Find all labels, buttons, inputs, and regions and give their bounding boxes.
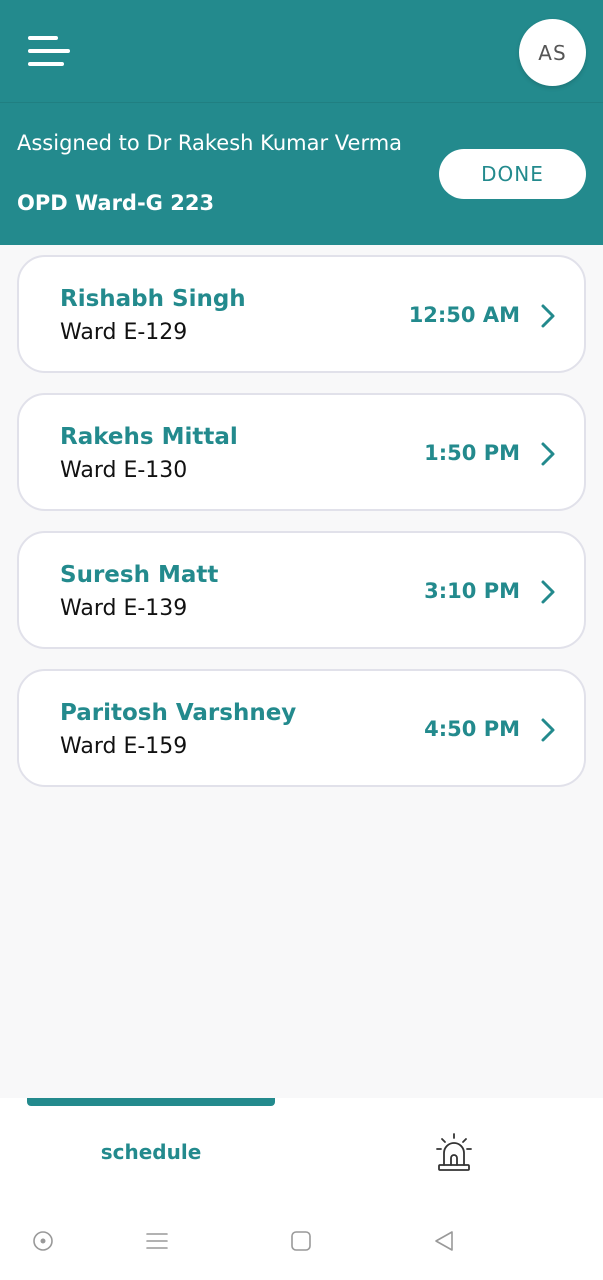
tab-emergency[interactable] <box>330 1098 578 1200</box>
assigned-doctor-text: Assigned to Dr Rakesh Kumar Verma <box>17 131 403 155</box>
appointment-time: 3:10 PM <box>424 579 520 603</box>
system-navigation-bar <box>0 1200 603 1280</box>
recents-lines-icon[interactable] <box>146 1230 168 1252</box>
appointment-time: 1:50 PM <box>424 441 520 465</box>
appointment-time: 4:50 PM <box>424 717 520 741</box>
assignment-banner: Assigned to Dr Rakesh Kumar Verma OPD Wa… <box>0 102 603 245</box>
patient-ward: Ward E-130 <box>60 458 188 483</box>
bottom-navigation: schedule <box>0 1098 603 1200</box>
patient-ward: Ward E-129 <box>60 320 188 345</box>
avatar[interactable]: AS <box>519 19 586 86</box>
appointment-list: Rishabh Singh Ward E-129 12:50 AM Rakehs… <box>17 255 586 807</box>
patient-ward: Ward E-139 <box>60 596 188 621</box>
appointment-card[interactable]: Paritosh Varshney Ward E-159 4:50 PM <box>17 669 586 787</box>
done-button[interactable]: DONE <box>439 149 586 199</box>
patient-name: Rishabh Singh <box>60 286 246 312</box>
chevron-right-icon <box>541 718 555 742</box>
chevron-right-icon <box>541 580 555 604</box>
assistant-circle-icon[interactable] <box>32 1230 54 1252</box>
appointment-card[interactable]: Rishabh Singh Ward E-129 12:50 AM <box>17 255 586 373</box>
hamburger-menu-icon[interactable] <box>28 34 74 70</box>
tab-schedule-label: schedule <box>100 1140 202 1164</box>
appointment-time: 12:50 AM <box>408 303 520 327</box>
appointment-card[interactable]: Suresh Matt Ward E-139 3:10 PM <box>17 531 586 649</box>
chevron-right-icon <box>541 442 555 466</box>
siren-alarm-icon <box>436 1133 472 1171</box>
app-bar: AS <box>0 0 603 102</box>
patient-name: Suresh Matt <box>60 562 219 588</box>
patient-name: Rakehs Mittal <box>60 424 238 450</box>
back-triangle-icon[interactable] <box>433 1230 455 1252</box>
chevron-right-icon <box>541 304 555 328</box>
tab-schedule[interactable]: schedule <box>27 1098 275 1200</box>
patient-name: Paritosh Varshney <box>60 700 297 726</box>
patient-ward: Ward E-159 <box>60 734 188 759</box>
ward-location: OPD Ward-G 223 <box>17 191 215 215</box>
appointment-card[interactable]: Rakehs Mittal Ward E-130 1:50 PM <box>17 393 586 511</box>
avatar-initials: AS <box>538 40 567 65</box>
home-square-icon[interactable] <box>290 1230 312 1252</box>
